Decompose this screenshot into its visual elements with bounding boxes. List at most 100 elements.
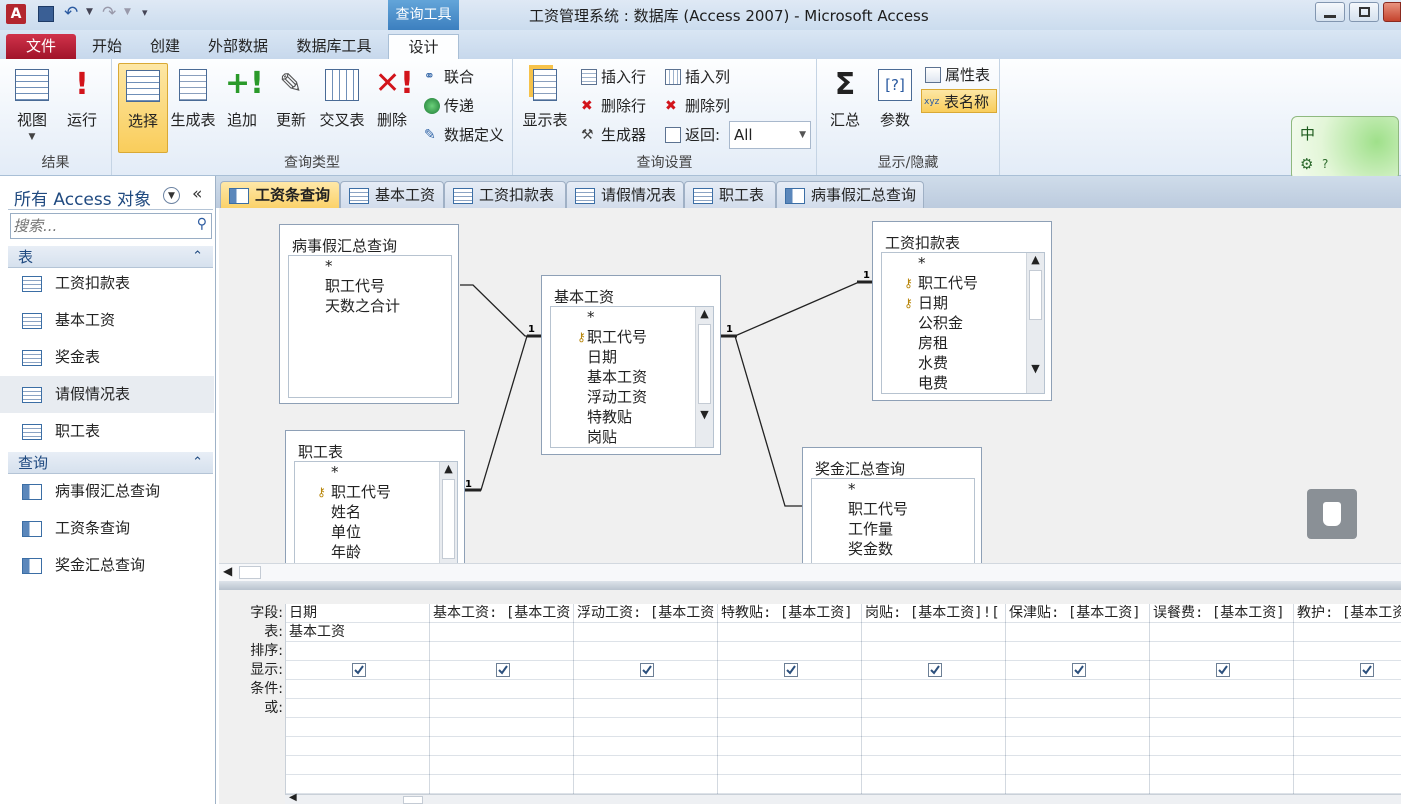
field-item[interactable]: 电费: [882, 373, 1044, 393]
scroll-down-icon[interactable]: ▼: [696, 408, 713, 421]
field-item[interactable]: *: [295, 462, 457, 482]
tab-home[interactable]: 开始: [82, 34, 132, 59]
nav-search-input[interactable]: [13, 216, 185, 236]
field-item[interactable]: 年龄: [295, 542, 457, 562]
update-button[interactable]: ✎ 更新: [267, 63, 315, 149]
scroll-thumb[interactable]: [698, 324, 711, 404]
parameters-button[interactable]: [?] 参数: [871, 63, 919, 149]
field-item[interactable]: 公积金: [882, 313, 1044, 333]
nav-query-item[interactable]: 病事假汇总查询: [0, 473, 214, 510]
run-button[interactable]: ! 运行: [58, 63, 106, 149]
pane-splitter[interactable]: [219, 581, 1401, 590]
union-button[interactable]: ⚭ 联合: [422, 65, 474, 89]
nav-group-queries[interactable]: 查询 ⌃: [8, 452, 213, 474]
return-combo[interactable]: All ▼: [729, 121, 811, 149]
doc-tab-payslip-query[interactable]: 工资条查询: [220, 181, 340, 208]
qbe-field-cell[interactable]: 教护: [基本工资: [1294, 604, 1401, 623]
show-checkbox[interactable]: [1216, 663, 1230, 677]
doc-tab-basic-salary[interactable]: 基本工资: [340, 181, 444, 208]
field-item[interactable]: 工作量: [812, 519, 974, 539]
data-definition-button[interactable]: ✎ 数据定义: [422, 123, 504, 147]
append-button[interactable]: +! 追加: [218, 63, 266, 149]
nav-search-box[interactable]: ⚲: [10, 213, 212, 239]
show-checkbox[interactable]: [1360, 663, 1374, 677]
qbe-field-cell[interactable]: 保津贴: [基本工资]: [1006, 604, 1149, 623]
qbe-horizontal-scrollbar[interactable]: ◀: [285, 792, 1401, 804]
doc-tab-leave-summary[interactable]: 病事假汇总查询: [776, 181, 924, 208]
show-checkbox[interactable]: [1072, 663, 1086, 677]
field-item[interactable]: 岗贴: [551, 427, 713, 447]
minimize-button[interactable]: [1315, 2, 1345, 22]
field-item[interactable]: 水费: [882, 353, 1044, 373]
crosstab-button[interactable]: 交叉表: [316, 63, 368, 149]
scroll-up-icon[interactable]: ▲: [440, 462, 457, 475]
delete-row-button[interactable]: ✖ 删除行: [579, 94, 646, 118]
qbe-field-cell[interactable]: 日期: [286, 604, 429, 623]
nav-query-item[interactable]: 奖金汇总查询: [0, 547, 214, 584]
show-checkbox[interactable]: [496, 663, 510, 677]
collapse-group-icon[interactable]: ⌃: [192, 452, 203, 474]
scroll-thumb[interactable]: [1029, 270, 1042, 320]
access-logo-icon[interactable]: A: [6, 4, 26, 24]
field-item[interactable]: 天数之合计: [289, 296, 451, 316]
undo-dropdown-icon[interactable]: ▼: [86, 7, 93, 17]
doc-tab-employees[interactable]: 职工表: [684, 181, 776, 208]
field-item[interactable]: ⚷ 职工代号: [551, 327, 713, 347]
table-names-button[interactable]: xyz 表名称: [921, 89, 997, 113]
nav-table-item[interactable]: 基本工资: [0, 302, 214, 339]
scroll-left-icon[interactable]: ◀: [223, 564, 232, 578]
tab-database-tools[interactable]: 数据库工具: [286, 34, 382, 59]
select-query-button[interactable]: 选择: [118, 63, 168, 153]
field-item[interactable]: 基本工资: [551, 367, 713, 387]
view-button[interactable]: 视图 ▼: [8, 63, 56, 149]
field-item[interactable]: 特教贴: [551, 407, 713, 427]
field-item[interactable]: *: [289, 256, 451, 276]
nav-pane-header[interactable]: 所有 Access 对象 ▼ «: [8, 182, 213, 210]
upper-horizontal-scrollbar[interactable]: ◀: [219, 563, 1401, 581]
property-sheet-button[interactable]: 属性表: [923, 63, 990, 87]
tab-create[interactable]: 创建: [140, 34, 190, 59]
nav-table-item[interactable]: 工资扣款表: [0, 265, 214, 302]
totals-button[interactable]: Σ 汇总: [821, 63, 869, 149]
nav-table-item[interactable]: 奖金表: [0, 339, 214, 376]
show-checkbox[interactable]: [352, 663, 366, 677]
show-checkbox[interactable]: [928, 663, 942, 677]
usb-widget-icon[interactable]: [1307, 489, 1357, 539]
save-icon[interactable]: [38, 6, 54, 22]
qbe-field-cell[interactable]: 特教贴: [基本工资]: [718, 604, 861, 623]
field-item[interactable]: ⚷ 日期: [882, 293, 1044, 313]
qbe-field-cell[interactable]: 岗贴: [基本工资]![: [862, 604, 1005, 623]
tab-file[interactable]: 文件: [6, 34, 76, 59]
delete-column-button[interactable]: ✖ 删除列: [663, 94, 730, 118]
field-item[interactable]: 日期: [551, 347, 713, 367]
field-list-leave-summary[interactable]: 病事假汇总查询 * 职工代号 天数之合计: [279, 224, 459, 404]
field-item[interactable]: 姓名: [295, 502, 457, 522]
field-item[interactable]: ⚷ 职工代号: [295, 482, 457, 502]
field-list-basic-salary[interactable]: 基本工资 * ⚷ 职工代号 日期 基本工资 浮动工资 特教贴 岗贴 ▲ ▼: [541, 275, 721, 455]
field-list-scrollbar[interactable]: ▲ ▼: [695, 307, 713, 447]
qbe-field-cell[interactable]: 浮动工资: [基本工资: [574, 604, 717, 623]
redo-dropdown-icon[interactable]: ▼: [124, 7, 131, 17]
show-checkbox[interactable]: [784, 663, 798, 677]
restore-button[interactable]: [1349, 2, 1379, 22]
field-list-scrollbar[interactable]: ▲ ▼: [1026, 253, 1044, 393]
tab-external-data[interactable]: 外部数据: [198, 34, 278, 59]
insert-column-button[interactable]: 插入列: [663, 65, 730, 89]
field-item[interactable]: *: [551, 307, 713, 327]
scroll-up-icon[interactable]: ▲: [1027, 253, 1044, 266]
search-icon[interactable]: ⚲: [197, 216, 207, 232]
redo-icon[interactable]: ↷: [102, 3, 116, 23]
insert-row-button[interactable]: 插入行: [579, 65, 646, 89]
scroll-down-icon[interactable]: ▼: [1027, 362, 1044, 375]
collapse-nav-icon[interactable]: «: [192, 184, 202, 204]
qbe-table-cell[interactable]: 基本工资: [286, 623, 429, 642]
field-item[interactable]: 浮动工资: [551, 387, 713, 407]
undo-icon[interactable]: ↶: [64, 3, 78, 23]
doc-tab-leave[interactable]: 请假情况表: [566, 181, 684, 208]
close-button[interactable]: [1383, 2, 1401, 22]
field-item[interactable]: 单位: [295, 522, 457, 542]
ime-language-bar[interactable]: 中 ⚙ ?: [1291, 116, 1399, 180]
nav-query-item[interactable]: 工资条查询: [0, 510, 214, 547]
passthrough-button[interactable]: 传递: [422, 94, 474, 118]
nav-table-item[interactable]: 职工表: [0, 413, 214, 450]
